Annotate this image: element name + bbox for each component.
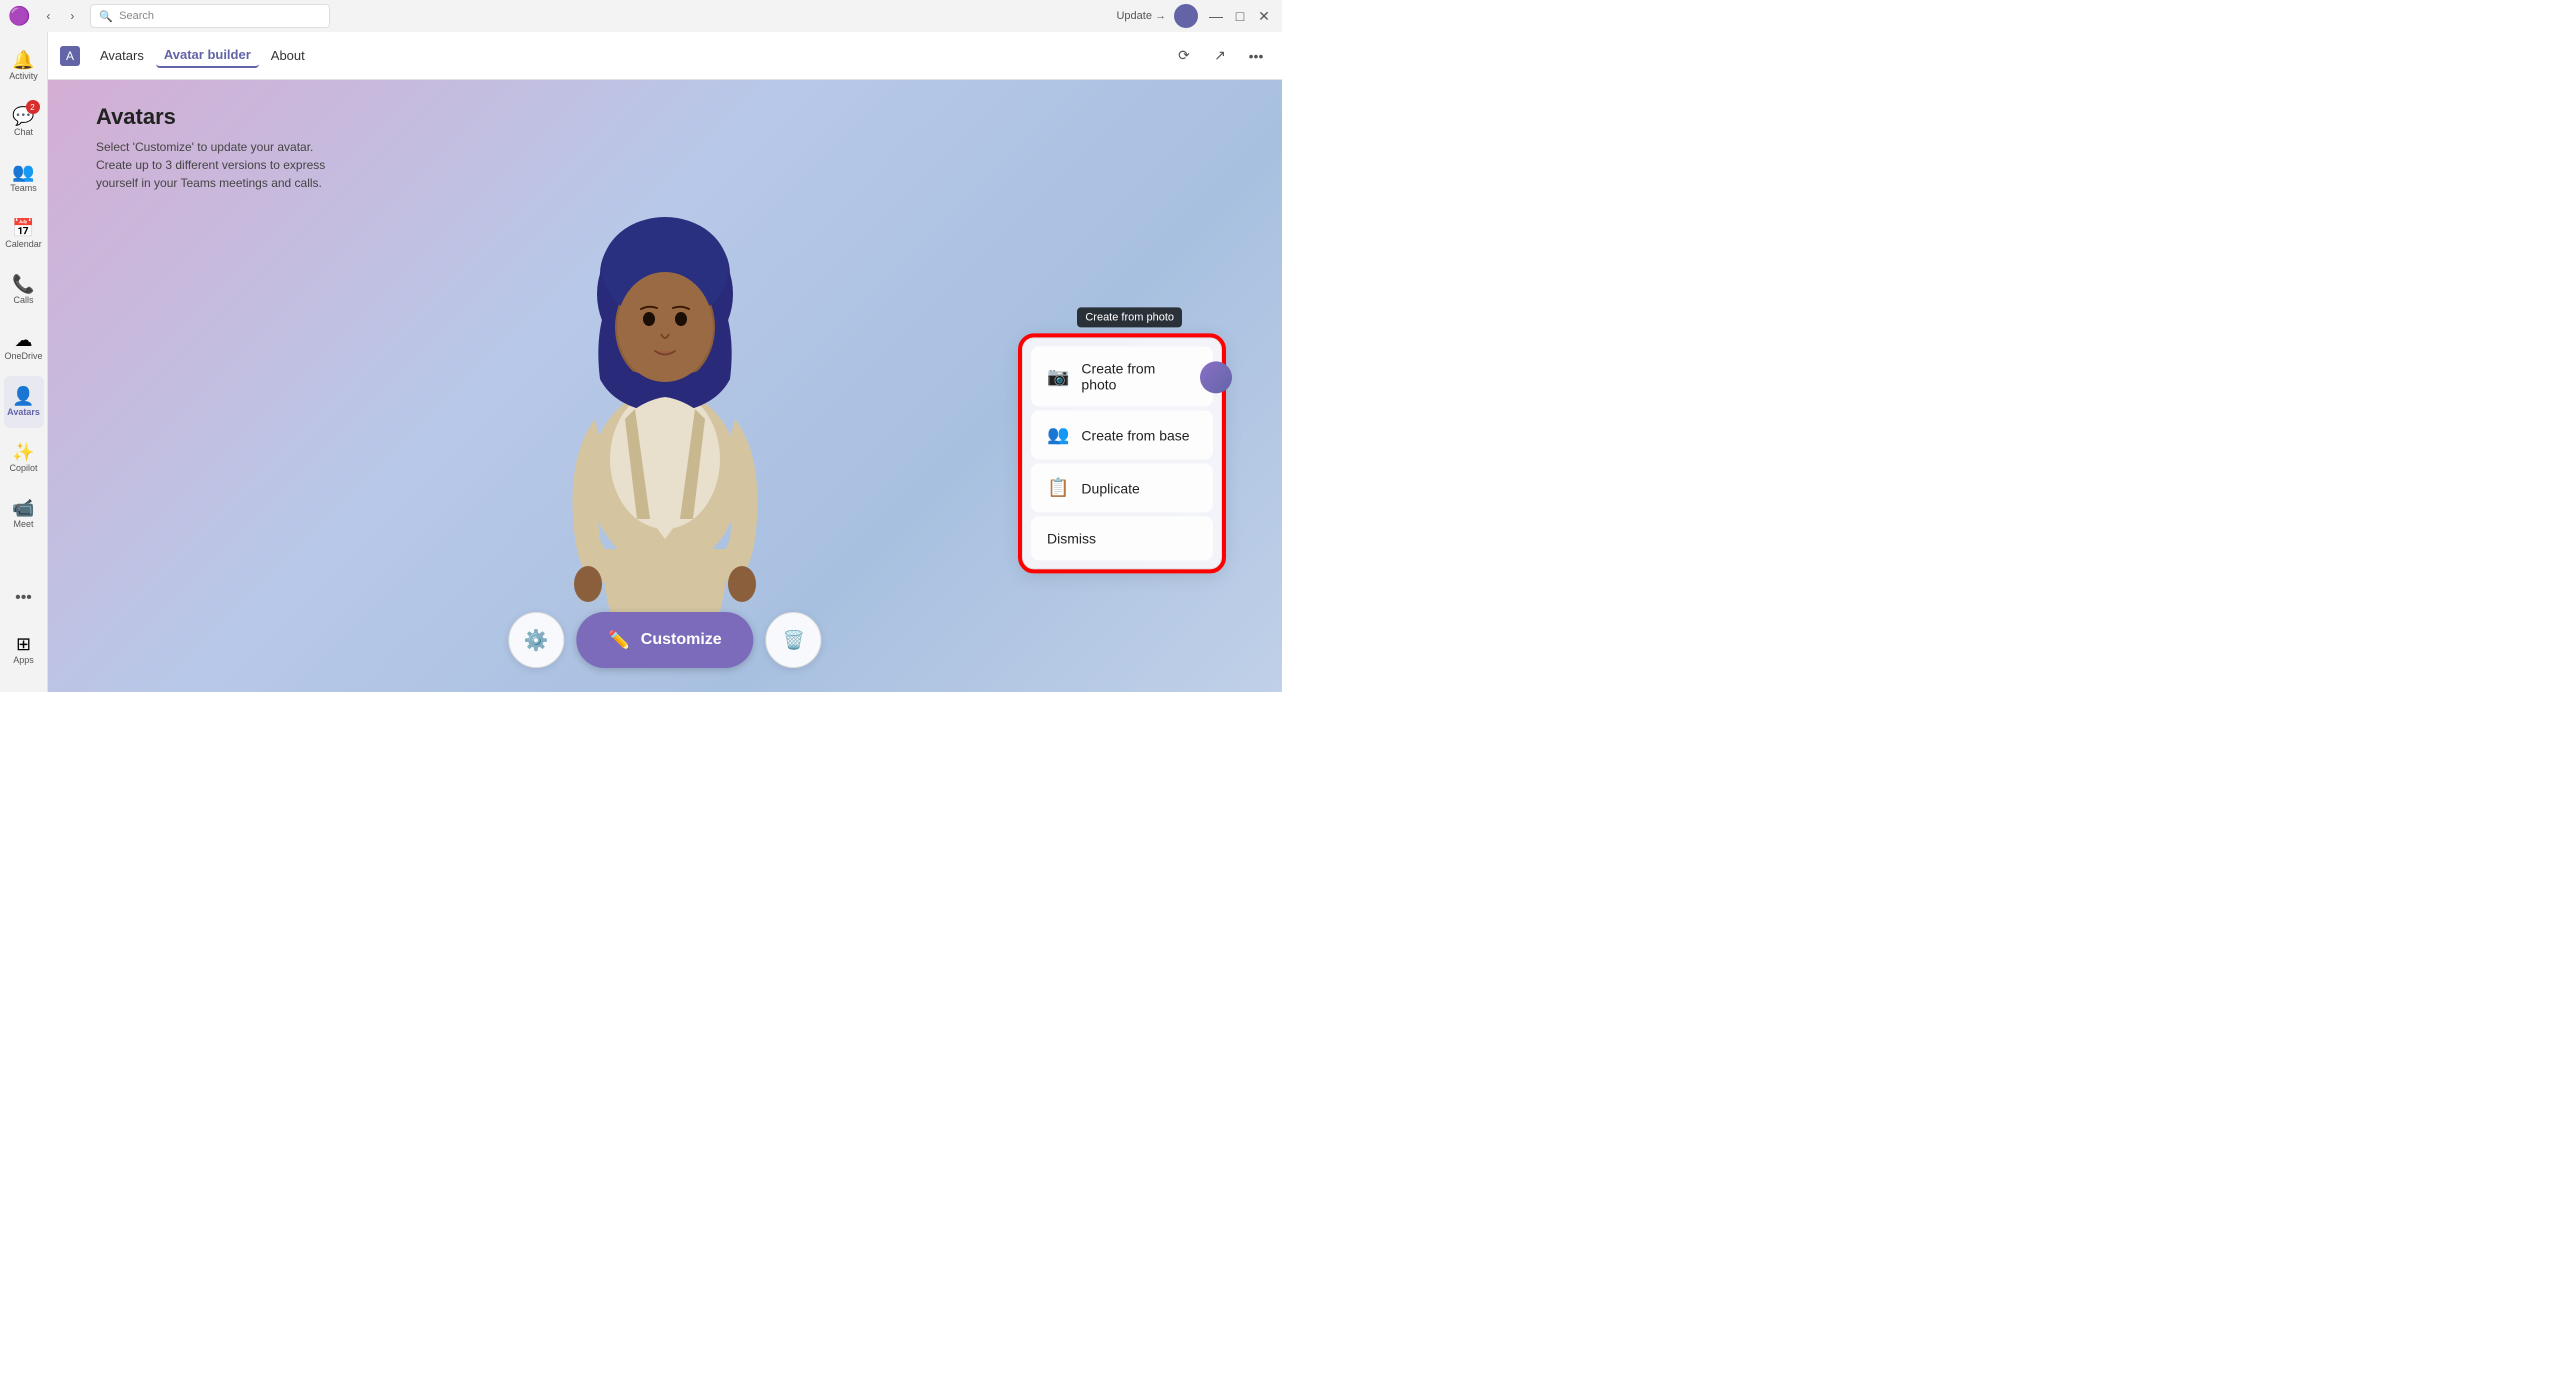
sidebar-item-copilot[interactable]: ✨ Copilot xyxy=(4,432,44,484)
delete-button[interactable]: 🗑️ xyxy=(766,612,822,668)
search-icon: 🔍 xyxy=(99,10,113,23)
sidebar-item-teams[interactable]: 👥 Teams xyxy=(4,152,44,204)
sidebar-item-chat[interactable]: 💬 Chat 2 xyxy=(4,96,44,148)
more-icon: ••• xyxy=(15,589,32,607)
teams-logo-icon: 🟣 xyxy=(8,6,30,27)
calendar-icon: 📅 xyxy=(12,219,34,237)
dropdown-container: Create from photo 📷 Create fromphoto xyxy=(1022,307,1222,569)
customize-label: Customize xyxy=(641,631,722,649)
onedrive-icon: ☁ xyxy=(15,331,33,349)
title-bar-right: Update → — □ ✕ xyxy=(1116,4,1274,28)
calls-icon: 📞 xyxy=(12,275,34,293)
activity-icon: 🔔 xyxy=(12,51,34,69)
maximize-button[interactable]: □ xyxy=(1230,6,1250,26)
dropdown-menu: 📷 Create fromphoto 👥 Create from base 📋 xyxy=(1022,337,1222,569)
main-content: Avatars Select 'Customize' to update you… xyxy=(48,80,1282,692)
sidebar-label-calls: Calls xyxy=(13,295,33,305)
copilot-icon: ✨ xyxy=(12,443,34,461)
dismiss-label: Dismiss xyxy=(1047,530,1096,546)
sidebar-item-meet[interactable]: 📹 Meet xyxy=(4,488,44,540)
main-layout: 🔔 Activity 💬 Chat 2 👥 Teams 📅 Calendar 📞… xyxy=(0,32,1282,692)
apps-icon: ⊞ xyxy=(16,635,31,653)
sidebar-item-onedrive[interactable]: ☁ OneDrive xyxy=(4,320,44,372)
sidebar-label-avatars: Avatars xyxy=(7,407,40,417)
page-subtitle: Select 'Customize' to update your avatar… xyxy=(96,138,336,192)
page-title-area: Avatars Select 'Customize' to update you… xyxy=(96,104,336,192)
create-from-photo-tooltip: Create from photo xyxy=(1077,307,1182,327)
purple-circle-accent xyxy=(1200,361,1232,393)
avatar-svg xyxy=(525,179,805,639)
duplicate-label: Duplicate xyxy=(1081,480,1139,496)
app-header-right: ⟳ ↗ ••• xyxy=(1170,42,1270,70)
sidebar: 🔔 Activity 💬 Chat 2 👥 Teams 📅 Calendar 📞… xyxy=(0,32,48,692)
sidebar-label-teams: Teams xyxy=(10,183,37,193)
more-options-button[interactable]: ••• xyxy=(1242,42,1270,70)
nav-item-avatar-builder[interactable]: Avatar builder xyxy=(156,43,259,68)
sidebar-item-calendar[interactable]: 📅 Calendar xyxy=(4,208,44,260)
customize-icon: ✏️ xyxy=(608,630,630,651)
sidebar-label-calendar: Calendar xyxy=(5,239,42,249)
dropdown-item-dismiss[interactable]: Dismiss xyxy=(1031,516,1213,560)
close-button[interactable]: ✕ xyxy=(1254,6,1274,26)
title-bar: 🟣 ‹ › 🔍 Search Update → — □ ✕ xyxy=(0,0,1282,32)
nav-item-about[interactable]: About xyxy=(263,44,313,67)
bottom-controls: ⚙️ ✏️ Customize 🗑️ xyxy=(508,612,821,668)
search-placeholder: Search xyxy=(119,10,154,22)
content-area: A Avatars Avatar builder About ⟳ ↗ ••• A… xyxy=(48,32,1282,692)
app-nav: Avatars Avatar builder About xyxy=(92,43,313,68)
nav-item-avatars[interactable]: Avatars xyxy=(92,44,152,67)
sidebar-label-copilot: Copilot xyxy=(9,463,37,473)
sidebar-item-calls[interactable]: 📞 Calls xyxy=(4,264,44,316)
avatar-display xyxy=(525,179,805,639)
page-title: Avatars xyxy=(96,104,336,130)
dropdown-item-create-from-photo[interactable]: 📷 Create fromphoto xyxy=(1031,346,1213,406)
meet-icon: 📹 xyxy=(12,499,34,517)
customize-button[interactable]: ✏️ Customize xyxy=(576,612,753,668)
app-logo: A xyxy=(60,46,80,66)
sidebar-more-button[interactable]: ••• xyxy=(4,572,44,624)
popout-button[interactable]: ↗ xyxy=(1206,42,1234,70)
nav-back-button[interactable]: ‹ xyxy=(38,6,58,26)
create-from-photo-label: Create fromphoto xyxy=(1081,360,1155,392)
dropdown-item-create-from-base[interactable]: 👥 Create from base xyxy=(1031,410,1213,459)
title-bar-left: 🟣 ‹ › 🔍 Search xyxy=(8,4,330,28)
person-settings-icon: 👥 xyxy=(1047,424,1069,445)
sidebar-label-meet: Meet xyxy=(13,519,33,529)
window-controls: — □ ✕ xyxy=(1206,6,1274,26)
search-bar[interactable]: 🔍 Search xyxy=(90,4,330,28)
teams-icon: 👥 xyxy=(12,163,34,181)
user-avatar xyxy=(1174,4,1198,28)
create-from-base-label: Create from base xyxy=(1081,427,1189,443)
settings-button[interactable]: ⚙️ xyxy=(508,612,564,668)
dropdown-item-duplicate[interactable]: 📋 Duplicate xyxy=(1031,463,1213,512)
settings-icon: ⚙️ xyxy=(524,628,549,653)
sidebar-dots[interactable]: ••• ⊞ Apps xyxy=(4,572,44,676)
minimize-button[interactable]: — xyxy=(1206,6,1226,26)
camera-icon: 📷 xyxy=(1047,366,1069,387)
sidebar-item-apps[interactable]: ⊞ Apps xyxy=(4,624,44,676)
sidebar-label-chat: Chat xyxy=(14,127,33,137)
chat-badge: 2 xyxy=(26,100,40,114)
app-window: 🟣 ‹ › 🔍 Search Update → — □ ✕ 🔔 xyxy=(0,0,1282,692)
sidebar-label-activity: Activity xyxy=(9,71,38,81)
sidebar-item-avatars[interactable]: 👤 Avatars xyxy=(4,376,44,428)
refresh-button[interactable]: ⟳ xyxy=(1170,42,1198,70)
sidebar-item-activity[interactable]: 🔔 Activity xyxy=(4,40,44,92)
delete-icon: 🗑️ xyxy=(782,630,804,651)
app-header: A Avatars Avatar builder About ⟳ ↗ ••• xyxy=(48,32,1282,80)
update-button[interactable]: Update → xyxy=(1116,10,1166,22)
sidebar-label-onedrive: OneDrive xyxy=(4,351,42,361)
sidebar-label-apps: Apps xyxy=(13,655,34,665)
duplicate-icon: 📋 xyxy=(1047,477,1069,498)
avatars-icon: 👤 xyxy=(12,387,34,405)
nav-forward-button[interactable]: › xyxy=(62,6,82,26)
nav-arrows: ‹ › xyxy=(38,6,82,26)
